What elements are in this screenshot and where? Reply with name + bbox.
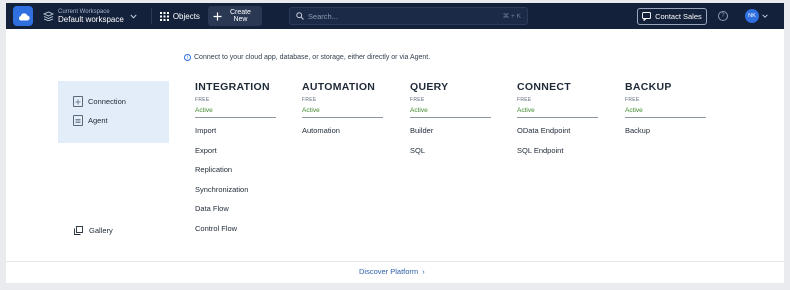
app-logo-cloud-icon[interactable] bbox=[13, 6, 33, 26]
create-new-button[interactable]: Create New bbox=[207, 6, 262, 26]
main-panel: i Connect to your cloud app, database, o… bbox=[6, 29, 784, 283]
sidebar-item-label: Agent bbox=[88, 116, 108, 125]
info-text: Connect to your cloud app, database, or … bbox=[194, 54, 431, 61]
plus-icon bbox=[213, 12, 222, 20]
sidebar-item-agent[interactable]: Agent bbox=[73, 115, 108, 126]
connection-icon bbox=[73, 96, 83, 107]
contact-sales-label: Contact Sales bbox=[655, 11, 702, 21]
column-title: INTEGRATION bbox=[195, 81, 270, 93]
contact-sales-button[interactable]: Contact Sales bbox=[636, 7, 707, 25]
info-message: i Connect to your cloud app, database, o… bbox=[184, 54, 430, 61]
column-automation: AUTOMATION FREE Active Automation bbox=[302, 81, 384, 146]
grid-icon bbox=[159, 11, 169, 21]
column-divider bbox=[195, 117, 276, 118]
chevron-down-icon bbox=[130, 14, 137, 19]
top-navigation-bar: Current Workspace Default workspace Obje… bbox=[6, 3, 784, 29]
status-badge: Active bbox=[625, 107, 643, 114]
plan-badge: FREE bbox=[410, 97, 425, 103]
search-shortcut: ⌘ + K bbox=[502, 13, 521, 20]
column-title: CONNECT bbox=[517, 81, 572, 93]
menu-item-backup[interactable]: Backup bbox=[625, 126, 707, 146]
objects-button[interactable]: Objects bbox=[159, 11, 200, 21]
status-badge: Active bbox=[517, 107, 535, 114]
search-placeholder: Search... bbox=[307, 11, 338, 21]
column-divider bbox=[410, 117, 491, 118]
column-divider bbox=[517, 117, 598, 118]
sidebar-item-label: Connection bbox=[88, 97, 126, 106]
user-avatar[interactable]: NK bbox=[744, 9, 759, 23]
menu-item-data-flow[interactable]: Data Flow bbox=[195, 204, 277, 224]
status-badge: Active bbox=[302, 107, 320, 114]
workspace-icon bbox=[43, 11, 54, 21]
gallery-icon bbox=[74, 226, 83, 235]
workspace-label: Current Workspace bbox=[58, 8, 110, 15]
column-title: QUERY bbox=[410, 81, 449, 93]
gallery-link[interactable]: Gallery bbox=[74, 226, 113, 235]
agent-icon bbox=[73, 115, 83, 126]
search-icon bbox=[296, 12, 304, 20]
menu-item-synchronization[interactable]: Synchronization bbox=[195, 185, 277, 205]
connection-options-box: Connection Agent bbox=[58, 81, 169, 143]
column-backup: BACKUP FREE Active Backup bbox=[625, 81, 707, 146]
column-divider bbox=[302, 117, 383, 118]
plan-badge: FREE bbox=[195, 97, 210, 103]
status-badge: Active bbox=[410, 107, 428, 114]
column-connect: CONNECT FREE Active OData Endpoint SQL E… bbox=[517, 81, 599, 165]
workspace-switcher[interactable]: Current Workspace Default workspace bbox=[43, 9, 137, 24]
discover-platform-link[interactable]: Discover Platform › bbox=[359, 267, 425, 276]
column-title: AUTOMATION bbox=[302, 81, 376, 93]
menu-item-automation[interactable]: Automation bbox=[302, 126, 384, 146]
status-badge: Active bbox=[195, 107, 213, 114]
menu-item-control-flow[interactable]: Control Flow bbox=[195, 224, 277, 244]
plan-badge: FREE bbox=[302, 97, 317, 103]
menu-item-replication[interactable]: Replication bbox=[195, 165, 277, 185]
plan-badge: FREE bbox=[625, 97, 640, 103]
info-icon: i bbox=[184, 54, 191, 61]
menu-item-builder[interactable]: Builder bbox=[410, 126, 492, 146]
help-icon[interactable]: ? bbox=[717, 11, 728, 21]
gallery-label: Gallery bbox=[89, 226, 113, 235]
menu-item-export[interactable]: Export bbox=[195, 146, 277, 166]
avatar-chevron-down-icon[interactable] bbox=[762, 14, 768, 18]
chevron-right-icon: › bbox=[422, 267, 425, 276]
search-input[interactable]: Search... ⌘ + K bbox=[288, 7, 528, 25]
workspace-name: Default workspace bbox=[58, 14, 124, 24]
column-query: QUERY FREE Active Builder SQL bbox=[410, 81, 492, 165]
objects-label: Objects bbox=[172, 11, 200, 21]
menu-item-odata-endpoint[interactable]: OData Endpoint bbox=[517, 126, 599, 146]
menu-item-sql[interactable]: SQL bbox=[410, 146, 492, 166]
create-label-line2: New bbox=[233, 16, 248, 23]
plan-badge: FREE bbox=[517, 97, 532, 103]
column-integration: INTEGRATION FREE Active Import Export Re… bbox=[195, 81, 277, 244]
topbar-divider bbox=[150, 8, 152, 24]
menu-item-import[interactable]: Import bbox=[195, 126, 277, 146]
chat-icon bbox=[642, 11, 652, 21]
column-divider bbox=[625, 117, 706, 118]
discover-platform-label: Discover Platform bbox=[359, 267, 419, 276]
menu-item-sql-endpoint[interactable]: SQL Endpoint bbox=[517, 146, 599, 166]
sidebar-item-connection[interactable]: Connection bbox=[73, 96, 126, 107]
footer-divider bbox=[6, 261, 784, 262]
create-label-line1: Create bbox=[229, 8, 251, 16]
column-title: BACKUP bbox=[625, 81, 672, 93]
